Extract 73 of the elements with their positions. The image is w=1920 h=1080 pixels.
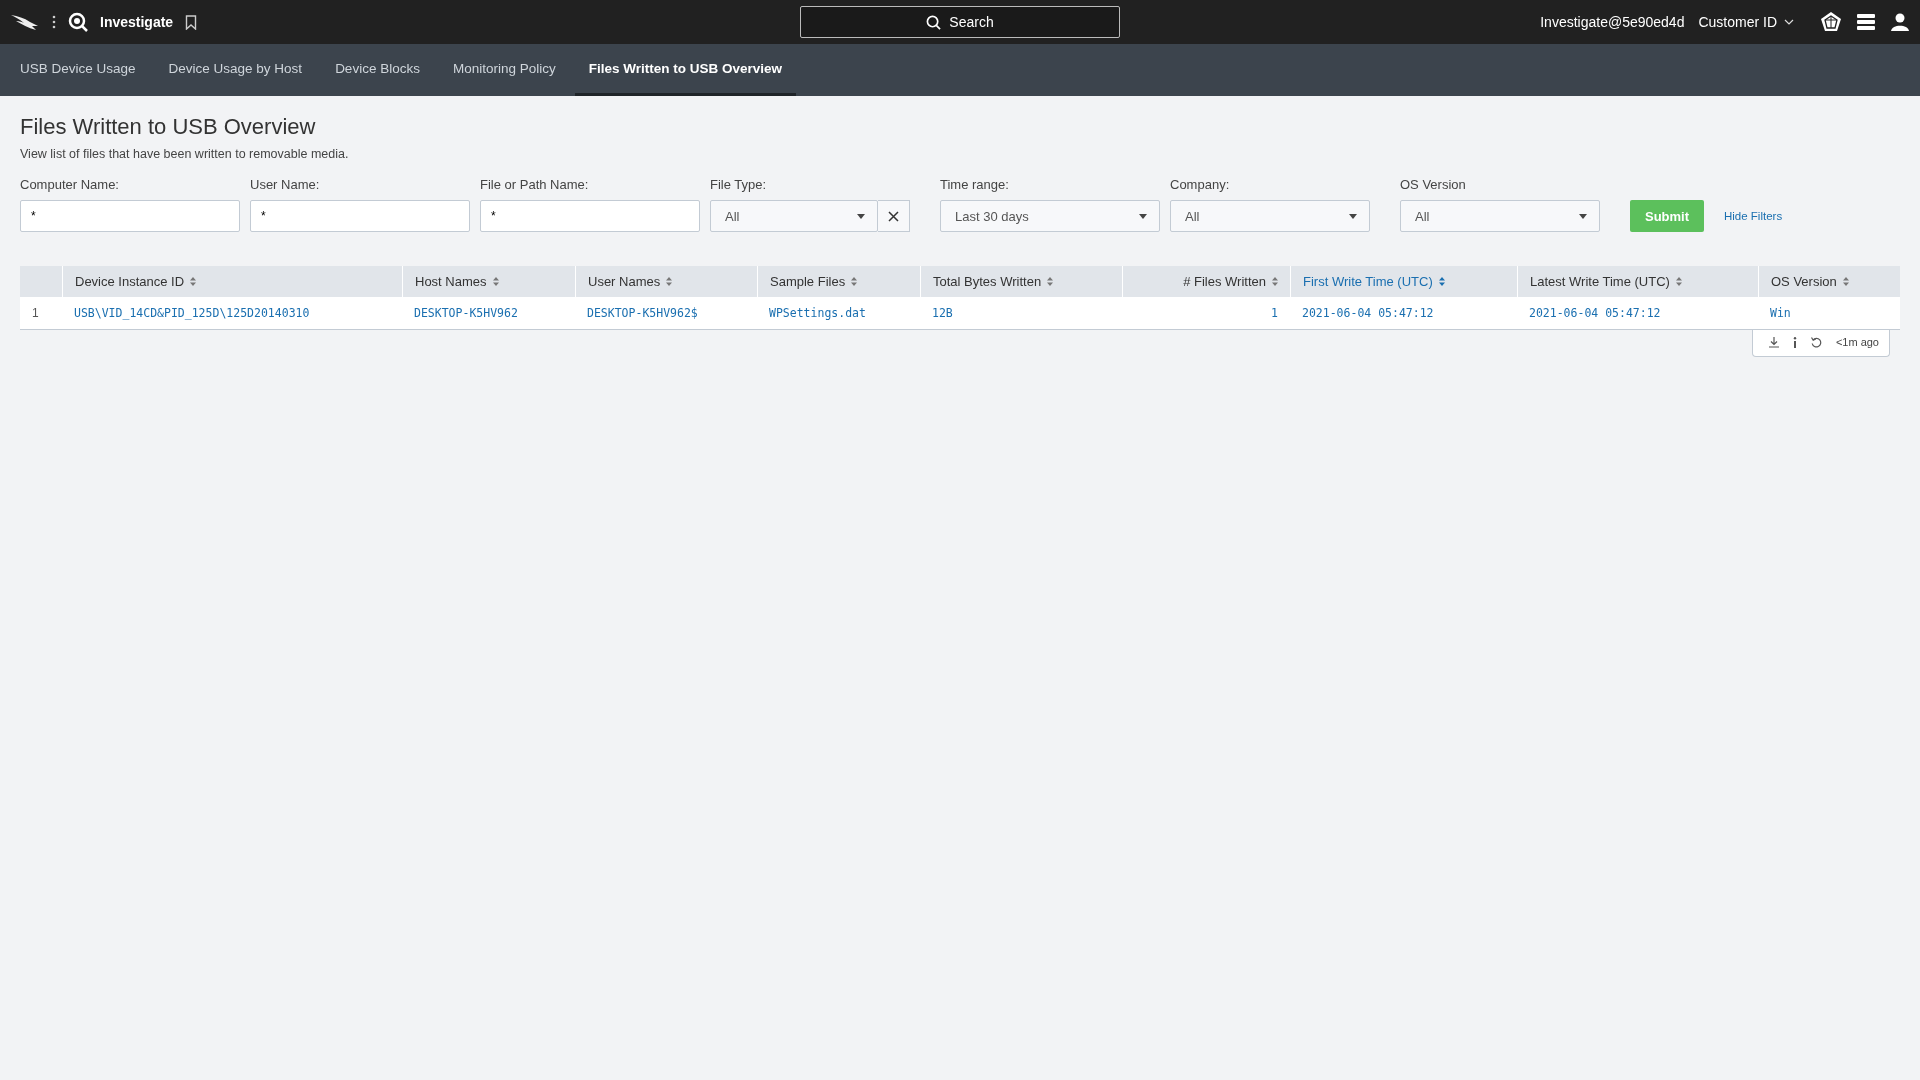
pentagon-badge-icon[interactable]	[1820, 11, 1842, 33]
user-account-label: Investigate@5e90ed4d	[1540, 14, 1685, 30]
table-cell[interactable]: Win	[1758, 306, 1900, 320]
column-header[interactable]: # Files Written	[1122, 266, 1290, 297]
page-description: View list of files that have been written to removable media.	[20, 147, 350, 161]
download-icon[interactable]	[1768, 336, 1779, 348]
text-input-field[interactable]: *	[20, 200, 240, 232]
clear-button[interactable]	[878, 200, 910, 232]
select-dropdown[interactable]: All	[710, 200, 878, 232]
nav-tab[interactable]: Files Written to USB Overview	[574, 44, 796, 96]
customer-id-dropdown[interactable]: Customer ID	[1698, 14, 1794, 30]
sort-icon	[492, 277, 499, 286]
text-input-field[interactable]: *	[250, 200, 470, 232]
search-button[interactable]: Search	[800, 6, 1120, 38]
column-header[interactable]: First Write Time (UTC)	[1290, 266, 1517, 297]
sort-icon	[190, 277, 197, 286]
chevron-down-icon	[1784, 19, 1794, 25]
nav-tab[interactable]: Device Usage by Host	[154, 44, 317, 96]
bookmark-icon[interactable]	[185, 14, 198, 30]
more-vertical-icon[interactable]	[52, 14, 56, 30]
caret-down-icon	[857, 213, 865, 219]
close-icon	[888, 210, 899, 222]
refresh-icon[interactable]	[1810, 336, 1822, 348]
sort-icon	[1675, 277, 1682, 286]
table-cell[interactable]: DESKTOP-K5HV962$	[575, 306, 757, 320]
falcon-logo-icon[interactable]	[10, 12, 40, 32]
table-cell[interactable]: DESKTOP-K5HV962	[402, 306, 575, 320]
select-dropdown[interactable]: Last 30 days	[940, 200, 1160, 232]
filter-label: OS Version	[1400, 177, 1467, 192]
table-cell[interactable]: 12B	[920, 306, 1122, 320]
row-number: 1	[31, 306, 40, 320]
sort-icon	[1272, 277, 1278, 286]
nav-tab[interactable]: Device Blocks	[321, 44, 434, 96]
sort-icon	[851, 277, 858, 286]
nav-tab[interactable]: Monitoring Policy	[438, 44, 570, 96]
stacked-bars-icon[interactable]	[1856, 12, 1876, 32]
last-updated-label: <1m ago	[1835, 336, 1879, 348]
filter-label: File or Path Name:	[480, 177, 590, 192]
column-header[interactable]: Host Names	[402, 266, 575, 297]
column-header[interactable]: Latest Write Time (UTC)	[1517, 266, 1758, 297]
text-input-field[interactable]: *	[480, 200, 700, 232]
column-header[interactable]: Device Instance ID	[62, 266, 402, 297]
info-icon[interactable]	[1792, 336, 1797, 348]
filter-label: Computer Name:	[20, 177, 120, 192]
search-app-icon	[68, 12, 88, 32]
caret-down-icon	[1139, 213, 1147, 219]
table-cell[interactable]: WPSettings.dat	[757, 306, 920, 320]
user-icon[interactable]	[1890, 12, 1910, 32]
sort-icon	[1047, 277, 1054, 286]
column-header[interactable]: Total Bytes Written	[920, 266, 1122, 297]
app-name: Investigate	[100, 14, 174, 30]
column-header[interactable]: User Names	[575, 266, 757, 297]
select-dropdown[interactable]: All	[1170, 200, 1370, 232]
filter-label: Time range:	[940, 177, 1010, 192]
table-cell[interactable]: 2021-06-04 05:47:12	[1290, 306, 1517, 320]
table-cell[interactable]: USB\VID_14CD&PID_125D\125D20140310	[62, 306, 402, 320]
nav-tab[interactable]: USB Device Usage	[6, 44, 150, 96]
search-icon	[926, 14, 942, 30]
sort-icon	[1842, 277, 1849, 286]
table-cell[interactable]: 2021-06-04 05:47:12	[1517, 306, 1758, 320]
table-cell[interactable]: 1	[1122, 306, 1290, 320]
filter-label: User Name:	[250, 177, 321, 192]
page-title: Files Written to USB Overview	[20, 114, 317, 140]
sort-icon	[666, 277, 673, 286]
column-header[interactable]: Sample Files	[757, 266, 920, 297]
select-dropdown[interactable]: All	[1400, 200, 1600, 232]
sort-icon	[1438, 277, 1445, 286]
filter-label: Company:	[1170, 177, 1231, 192]
column-header[interactable]: OS Version	[1758, 266, 1900, 297]
hide-filters-link[interactable]: Hide Filters	[1724, 200, 1783, 232]
caret-down-icon	[1579, 213, 1587, 219]
caret-down-icon	[1349, 213, 1357, 219]
filter-label: File Type:	[710, 177, 768, 192]
